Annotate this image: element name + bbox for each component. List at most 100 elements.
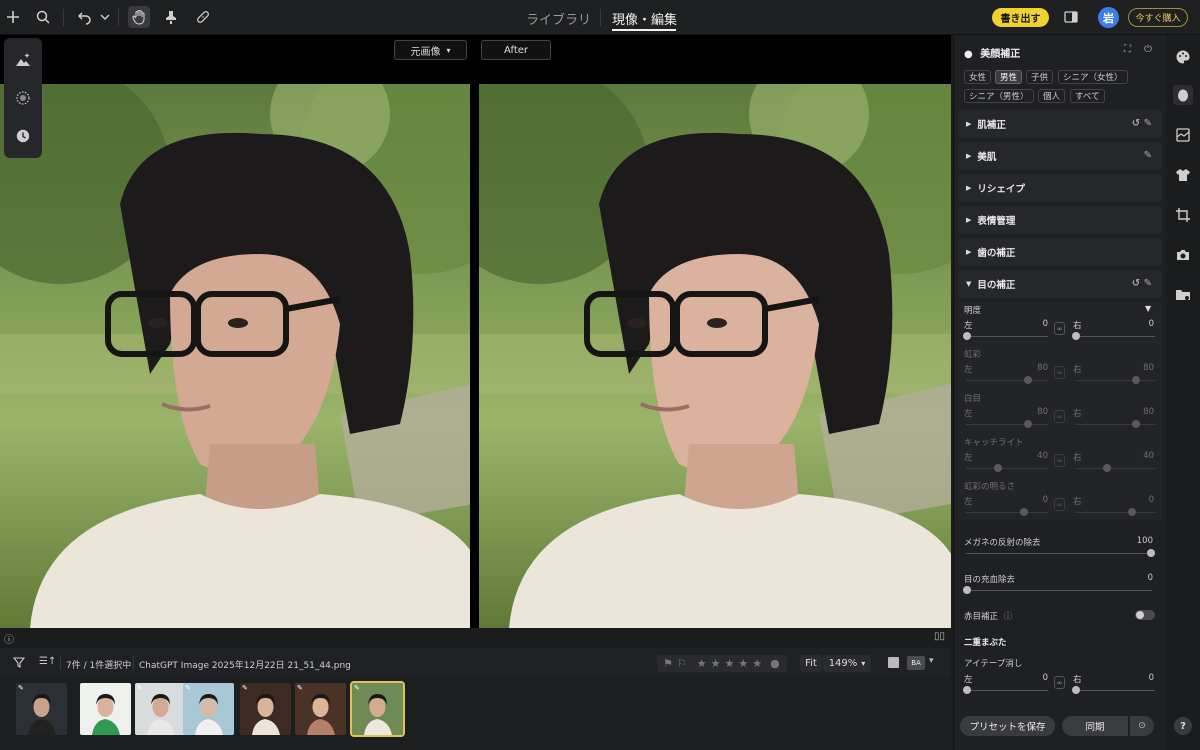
slider-knob[interactable]	[1103, 464, 1111, 472]
folder-settings-icon[interactable]	[1173, 285, 1193, 305]
chevron-down-icon[interactable]: ▾	[929, 656, 934, 666]
save-preset-button[interactable]: プリセットを保存	[960, 716, 1055, 736]
brightness-left-slider[interactable]	[966, 336, 1048, 337]
filmstrip-thumbnail[interactable]: ✎	[16, 683, 67, 735]
auto-enhance-icon[interactable]	[13, 50, 33, 70]
eye-tape-left-slider[interactable]	[966, 690, 1048, 691]
iris-left-slider[interactable]	[966, 380, 1048, 381]
link-icon[interactable]: ∞	[1054, 322, 1065, 335]
help-icon[interactable]: ⓘ	[1004, 612, 1013, 622]
slider-knob[interactable]	[1020, 508, 1028, 516]
eye-redness-slider[interactable]	[966, 590, 1152, 591]
link-icon[interactable]: ∞	[1054, 454, 1065, 467]
reset-edit-icons[interactable]: ↺ ✎	[1132, 118, 1152, 129]
face-retouch-icon[interactable]	[1173, 85, 1193, 105]
section-teeth[interactable]: ▶ 歯の補正	[958, 238, 1162, 266]
star-icon[interactable]: ★	[738, 657, 748, 670]
brightness-right-slider[interactable]	[1075, 336, 1155, 337]
tab-develop-edit[interactable]: 現像・編集	[612, 9, 677, 28]
bandage-icon[interactable]	[192, 6, 214, 28]
avatar[interactable]: 岩	[1098, 7, 1119, 28]
section-skin-correction[interactable]: ▶ 肌補正 ↺ ✎	[958, 110, 1162, 138]
reject-flag-icon[interactable]: ⚐	[677, 657, 687, 670]
filmstrip-thumbnail[interactable]: ✎	[240, 683, 291, 735]
chip-senior-male[interactable]: シニア（男性）	[964, 89, 1034, 103]
slider-knob[interactable]	[963, 332, 971, 340]
noise-icon[interactable]	[13, 88, 33, 108]
chip-all[interactable]: すべて	[1070, 89, 1105, 103]
white-left-slider[interactable]	[966, 424, 1048, 425]
section-eye-correction[interactable]: ▼ 目の補正 ↺ ✎	[958, 270, 1162, 298]
buy-now-button[interactable]: 今すぐ購入	[1128, 8, 1188, 27]
star-icon[interactable]: ★	[725, 657, 735, 670]
slider-knob[interactable]	[1024, 420, 1032, 428]
single-view-icon[interactable]	[888, 657, 899, 668]
chip-male[interactable]: 男性	[995, 70, 1023, 84]
edit-icon[interactable]: ✎	[1144, 150, 1152, 161]
glasses-reflection-slider[interactable]	[966, 553, 1152, 554]
before-selector[interactable]: 元画像 ▾	[394, 40, 467, 60]
zoom-select[interactable]: 149% ▾	[823, 655, 871, 672]
slider-knob[interactable]	[1072, 686, 1080, 694]
slider-knob[interactable]	[1132, 376, 1140, 384]
filmstrip-thumbnail[interactable]: ✎	[295, 683, 346, 735]
export-button[interactable]: 書き出す	[992, 8, 1049, 27]
catchlight-left-slider[interactable]	[966, 468, 1048, 469]
palette-icon[interactable]	[1173, 47, 1193, 67]
tab-library[interactable]: ライブラリ	[526, 9, 591, 28]
sort-icon[interactable]: ☰↑	[39, 656, 56, 667]
slider-knob[interactable]	[1128, 508, 1136, 516]
chip-female[interactable]: 女性	[964, 70, 992, 84]
history-icon[interactable]	[13, 126, 33, 146]
iris-brightness-left-slider[interactable]	[966, 512, 1048, 513]
eye-tape-right-slider[interactable]	[1075, 690, 1155, 691]
help-icon[interactable]: ?	[1174, 717, 1192, 735]
section-expression[interactable]: ▶ 表情管理	[958, 206, 1162, 234]
slider-knob[interactable]	[1072, 332, 1080, 340]
stamp-icon[interactable]	[160, 6, 182, 28]
white-right-slider[interactable]	[1075, 424, 1155, 425]
background-icon[interactable]	[1173, 125, 1193, 145]
undo-icon[interactable]	[74, 6, 96, 28]
before-after-view-icon[interactable]: BA	[907, 656, 925, 670]
filmstrip-thumbnail[interactable]: ✎	[80, 683, 131, 735]
reset-edit-icons[interactable]: ↺ ✎	[1132, 278, 1152, 289]
filmstrip-thumbnail[interactable]: ✎	[350, 681, 405, 737]
chip-individual[interactable]: 個人	[1038, 89, 1066, 103]
slider-knob[interactable]	[1147, 549, 1155, 557]
link-icon[interactable]: ∞	[1054, 366, 1065, 379]
filmstrip-thumbnail[interactable]: ✎	[135, 683, 186, 735]
star-icon[interactable]: ★	[752, 657, 762, 670]
section-reshape[interactable]: ▶ リシェイプ	[958, 174, 1162, 202]
slider-knob[interactable]	[994, 464, 1002, 472]
clothing-icon[interactable]	[1173, 165, 1193, 185]
book-icon[interactable]: ▯▯	[934, 631, 945, 642]
sync-options-icon[interactable]: ⊙	[1130, 716, 1154, 736]
star-icon[interactable]: ★	[711, 657, 721, 670]
hand-tool-icon[interactable]	[128, 6, 150, 28]
star-icon[interactable]: ★	[697, 657, 707, 670]
toggle-icon[interactable]: ⏻	[1144, 44, 1152, 55]
filmstrip-thumbnail[interactable]: ✎	[183, 683, 234, 735]
chevron-down-icon[interactable]: ▼	[1145, 304, 1151, 313]
chevron-down-icon[interactable]	[94, 6, 116, 28]
filter-icon[interactable]	[12, 656, 26, 671]
info-icon[interactable]: ⓘ	[4, 631, 14, 646]
catchlight-right-slider[interactable]	[1075, 468, 1155, 469]
iris-right-slider[interactable]	[1075, 380, 1155, 381]
color-label-icon[interactable]: ●	[770, 657, 780, 670]
red-eye-toggle[interactable]	[1135, 610, 1155, 620]
flag-icon[interactable]: ⚑	[663, 657, 673, 670]
chip-senior-female[interactable]: シニア（女性）	[1058, 70, 1128, 84]
face-detect-icon[interactable]: ⛶	[1124, 44, 1131, 55]
sync-button[interactable]: 同期	[1062, 716, 1128, 736]
add-icon[interactable]	[2, 6, 24, 28]
link-icon[interactable]: ∞	[1054, 410, 1065, 423]
panel-toggle-icon[interactable]	[1060, 6, 1082, 28]
camera-icon[interactable]	[1173, 245, 1193, 265]
slider-knob[interactable]	[963, 686, 971, 694]
slider-knob[interactable]	[963, 586, 971, 594]
slider-knob[interactable]	[1132, 420, 1140, 428]
link-icon[interactable]: ∞	[1054, 498, 1065, 511]
chip-child[interactable]: 子供	[1026, 70, 1054, 84]
